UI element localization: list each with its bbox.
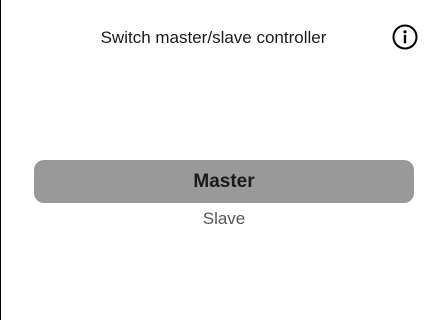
info-circle-icon bbox=[392, 24, 418, 50]
option-slave[interactable]: Slave bbox=[34, 203, 414, 235]
mode-picker[interactable]: Master Slave bbox=[34, 160, 414, 235]
option-master[interactable]: Master bbox=[34, 160, 414, 203]
info-button[interactable] bbox=[392, 24, 418, 50]
page-title: Switch master/slave controller bbox=[100, 28, 327, 47]
screen: Switch master/slave controller Master Sl… bbox=[0, 0, 425, 320]
